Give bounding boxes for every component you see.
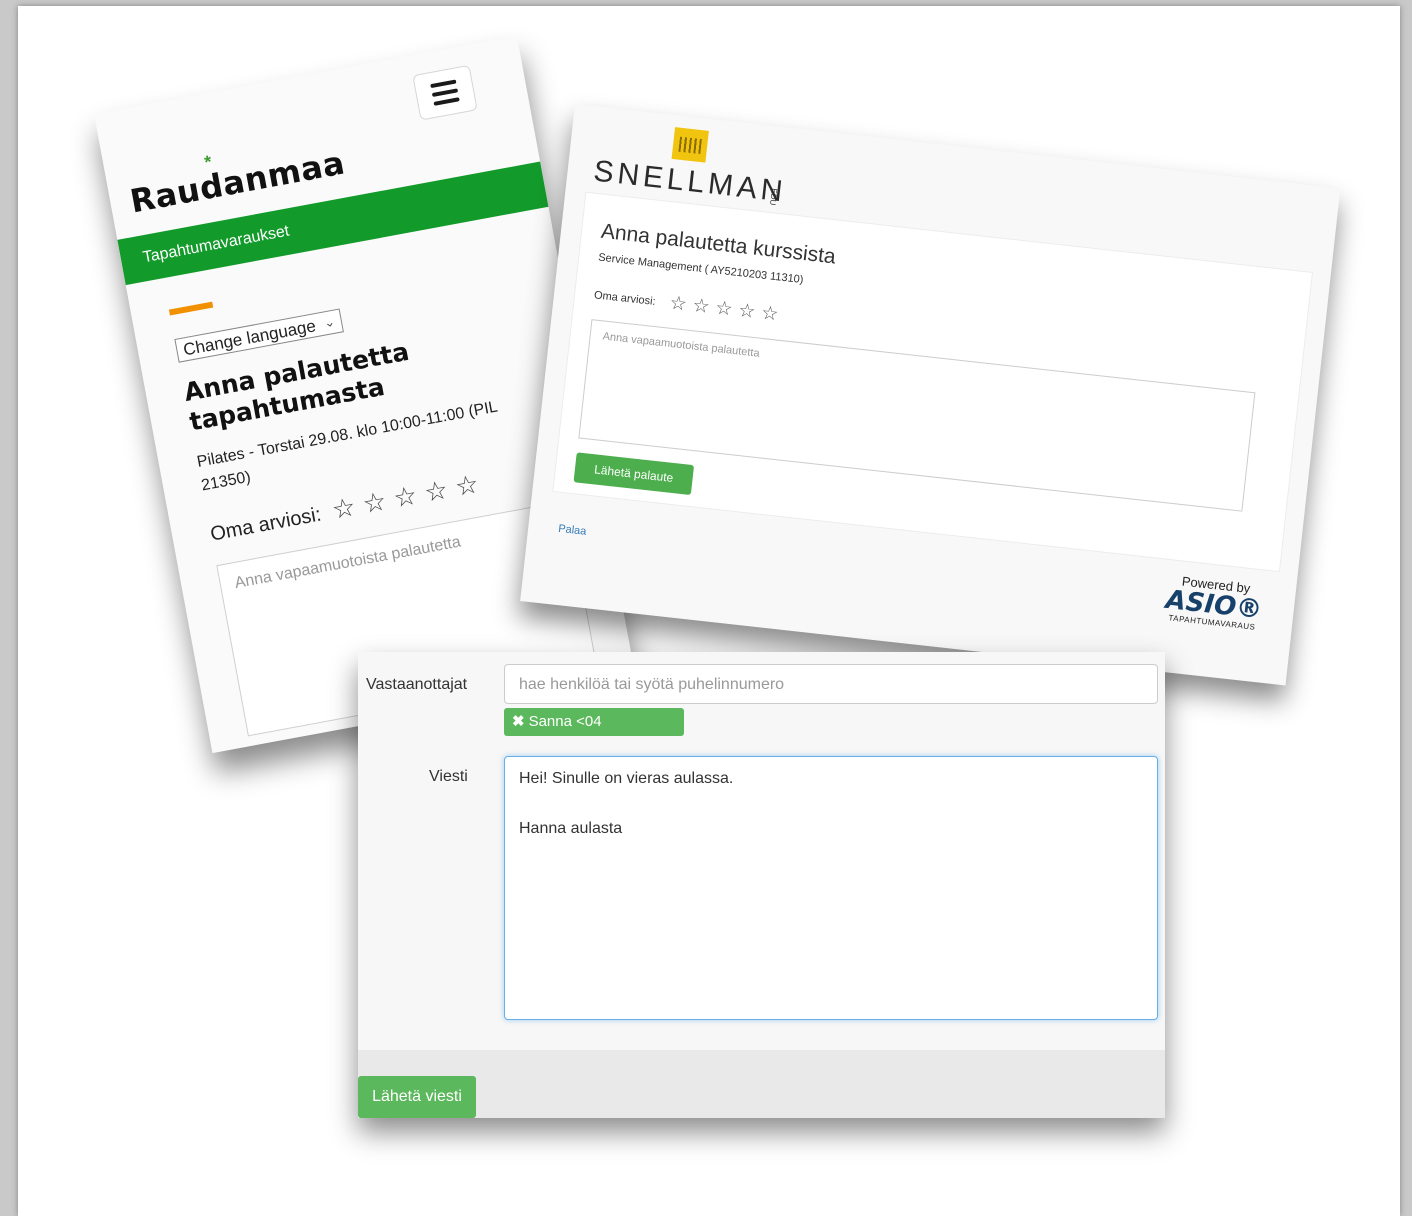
- message-textarea[interactable]: Hei! Sinulle on vieras aulassa. Hanna au…: [504, 756, 1158, 1020]
- recipient-chip-label: Sanna <04: [528, 713, 602, 730]
- chevron-down-icon: ⌄: [322, 313, 337, 331]
- recipient-chip[interactable]: ✖ Sanna <04: [504, 708, 684, 736]
- form-footer: [358, 1050, 1165, 1118]
- recipients-label: Vastaanottajat: [366, 676, 468, 693]
- remove-recipient-icon[interactable]: ✖: [512, 713, 525, 730]
- back-link[interactable]: Palaa: [558, 523, 587, 538]
- recipients-search-input[interactable]: hae henkilöä tai syötä puhelinnumero: [504, 664, 1158, 704]
- menu-icon-bar: [430, 79, 457, 89]
- star-rating-icons[interactable]: ☆☆☆☆☆: [329, 467, 489, 526]
- message-label: Viesti: [429, 768, 468, 785]
- rating-label: Oma arviosi:: [208, 503, 324, 546]
- menu-icon-bar: [431, 88, 459, 98]
- accent-divider: [168, 301, 214, 316]
- snellman-logo-suffix: EDU: [768, 187, 779, 206]
- snellman-building-icon: [671, 127, 709, 163]
- menu-icon-bar: [433, 97, 460, 106]
- change-language-label: Change language: [181, 316, 318, 360]
- hamburger-menu-button[interactable]: [412, 64, 478, 121]
- powered-by-asio-logo: Powered by ASIO® TAPAHTUMAVARAUS: [1162, 572, 1267, 633]
- message-line: Hei! Sinulle on vieras aulassa.: [519, 770, 734, 787]
- message-form-screenshot: Vastaanottajat hae henkilöä tai syötä pu…: [358, 652, 1165, 1118]
- snellman-feedback-screenshot: SNELLMAN EDU Anna palautetta kurssista S…: [520, 104, 1341, 686]
- message-line: Hanna aulasta: [519, 820, 623, 837]
- send-message-button[interactable]: Lähetä viesti: [358, 1076, 476, 1118]
